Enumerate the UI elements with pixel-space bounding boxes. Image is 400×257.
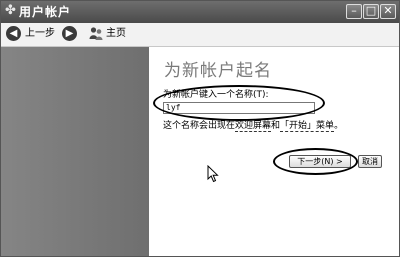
toolbar: ◀ 上一步 ▶ 主页 xyxy=(1,23,399,47)
highlight-oval-next-button xyxy=(273,148,358,175)
window-title: 用户帐户 xyxy=(19,5,72,19)
home-label[interactable]: 主页 xyxy=(106,27,126,41)
minimize-button[interactable]: – xyxy=(346,4,362,19)
name-hint-text: 这个名称会出现在欢迎屏幕和「开始」菜单。 xyxy=(163,120,343,132)
welcome-screen-link[interactable]: 欢迎屏幕 xyxy=(235,121,272,132)
forward-arrow-icon[interactable]: ▶ xyxy=(62,26,77,41)
task-pane xyxy=(1,47,149,256)
cancel-button[interactable]: 取消 xyxy=(358,155,382,168)
highlight-oval-name-field xyxy=(153,85,325,121)
maximize-button[interactable]: □ xyxy=(363,4,379,19)
page-title: 为新帐户起名 xyxy=(164,61,272,81)
back-label[interactable]: 上一步 xyxy=(25,27,55,41)
app-icon: ✤ xyxy=(5,3,16,18)
user-accounts-window: ✤ 用户帐户 – □ ✕ ◀ 上一步 ▶ 主页 为新帐户起名 为新帐户键入一个名… xyxy=(0,0,400,257)
hint-mid: 和 xyxy=(271,121,281,131)
hint-suffix: 。 xyxy=(334,121,344,131)
title-bar[interactable]: ✤ 用户帐户 – □ ✕ xyxy=(1,1,399,23)
start-menu-link[interactable]: 「开始」菜单 xyxy=(280,121,335,132)
back-arrow-icon[interactable]: ◀ xyxy=(6,26,21,41)
hint-prefix: 这个名称会出现在 xyxy=(163,121,236,131)
home-users-icon[interactable] xyxy=(89,26,103,41)
close-button[interactable]: ✕ xyxy=(380,4,396,19)
mouse-cursor-icon xyxy=(207,165,219,183)
